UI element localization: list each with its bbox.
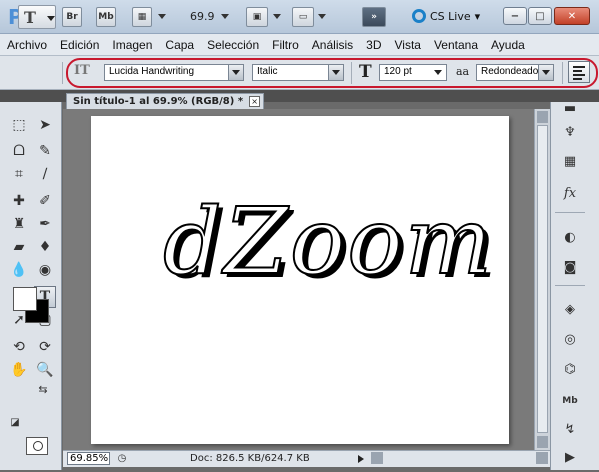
foreground-color-swatch[interactable] [13,287,37,311]
scroll-left-arrow[interactable] [371,452,383,464]
scroll-thumb[interactable] [537,125,548,433]
menu-3d[interactable]: 3D [359,38,387,52]
swap-colors-icon[interactable]: ⇆ [36,382,50,396]
document-tab[interactable]: Sin título-1 al 69.9% (RGB/8) * × [66,93,265,109]
masks-panel-icon[interactable]: ◙ [559,256,581,278]
close-tab-button[interactable]: × [249,96,261,107]
minimize-button[interactable]: − [503,7,527,25]
marquee-tool-icon[interactable]: ⬚ [8,114,30,136]
scroll-down-arrow[interactable] [537,436,548,448]
eraser-tool-icon[interactable]: ▰ [8,236,30,258]
zoom-level[interactable]: 69.9 [190,10,215,23]
lasso-tool-icon[interactable]: ᗝ [8,140,30,162]
menu-filtro[interactable]: Filtro [265,38,305,52]
vertical-scrollbar[interactable] [534,109,550,450]
paint-bucket-icon[interactable]: ♦ [34,236,56,258]
divider [555,212,585,213]
menu-capa[interactable]: Capa [158,38,200,52]
blur-tool-icon[interactable]: 💧 [8,259,30,281]
annotation-highlight [66,58,598,88]
menu-archivo[interactable]: Archivo [0,38,53,52]
menu-seleccion[interactable]: Selección [200,38,265,52]
chevron-down-icon[interactable] [158,14,166,19]
3d-orbit-icon[interactable]: ⟳ [34,336,56,358]
chevron-down-icon[interactable] [318,14,326,19]
film-icon: ▦ [137,12,147,22]
type-tool-icon: T [24,8,36,27]
menu-ventana[interactable]: Ventana [427,38,484,52]
zoom-tool-icon[interactable]: 🔍 [34,359,56,381]
dock-grip-icon[interactable]: ▬ [559,101,581,116]
healing-brush-icon[interactable]: ✚ [8,190,30,212]
history-brush-icon[interactable]: ✒ [34,213,56,235]
history-panel-icon[interactable]: ↯ [559,418,581,440]
cs-live-label: CS Live [430,9,471,23]
chevron-down-icon[interactable] [221,14,229,19]
share-icon[interactable]: ◷ [115,451,129,465]
application-bar: Ps Br Mb ▦ 69.9 ▣ ▭ » CS Live ▾ − □ ✕ [0,0,599,34]
double-chevron-icon: » [371,12,377,22]
extras-menu-button[interactable]: ▦ [132,7,152,27]
chevron-down-icon[interactable] [273,14,281,19]
clone-stamp-icon[interactable]: ♜ [8,213,30,235]
menu-ayuda[interactable]: Ayuda [484,38,531,52]
scroll-right-arrow[interactable] [536,452,548,464]
move-tool-icon[interactable]: ➤ [34,114,56,136]
sponge-tool-icon[interactable]: ◉ [34,259,56,281]
bridge-button[interactable]: Br [62,7,82,27]
screen-icon: ▭ [298,12,308,22]
menu-edicion[interactable]: Edición [53,38,105,52]
fx-styles-panel-icon[interactable]: fx [559,182,581,204]
document-info: Doc: 826.5 KB/624.7 KB [190,453,310,464]
workspace-expand-button[interactable]: » [362,7,386,27]
eyedropper-tool-icon[interactable]: ∕ [34,163,56,185]
cs-live-icon [412,9,426,23]
actions-panel-icon[interactable]: ▶ [559,446,581,468]
close-button[interactable]: ✕ [554,7,590,25]
canvas-text-layer[interactable]: dZoom [162,187,494,296]
mini-bridge-panel-icon[interactable]: ♆ [559,121,581,143]
channels-panel-icon[interactable]: ◎ [559,328,581,350]
tool-preset-picker[interactable]: T [18,5,56,29]
tools-panel-header[interactable] [0,90,62,102]
crop-tool-icon[interactable]: ⌗ [8,163,30,185]
scroll-up-arrow[interactable] [537,111,548,123]
chevron-down-icon [47,16,55,21]
default-colors-icon[interactable]: ◪ [8,415,22,429]
layers-panel-icon[interactable]: ◈ [559,298,581,320]
brush-tool-icon[interactable]: ✐ [34,190,56,212]
3d-rotate-icon[interactable]: ⟲ [8,336,30,358]
chevron-down-icon: ▾ [474,9,481,23]
divider [62,62,63,84]
quick-mask-button[interactable] [26,437,48,455]
menu-vista[interactable]: Vista [388,38,427,52]
status-zoom-field[interactable]: 69.85% [67,452,110,465]
hand-tool-icon[interactable]: ✋ [8,359,30,381]
swatches-panel-icon[interactable]: ▦ [559,150,581,172]
cs-live-menu[interactable]: CS Live ▾ [412,9,480,23]
divider [555,285,585,286]
menu-imagen[interactable]: Imagen [105,38,158,52]
status-menu-arrow[interactable] [358,455,364,463]
paths-panel-icon[interactable]: ⌬ [559,358,581,380]
menu-bar: Archivo Edición Imagen Capa Selección Fi… [0,34,599,56]
menu-analisis[interactable]: Análisis [305,38,359,52]
maximize-button[interactable]: □ [528,7,552,25]
mini-bridge-button[interactable]: Mb [96,7,116,27]
arrange-documents-button[interactable]: ▣ [246,7,268,27]
screen-mode-button[interactable]: ▭ [292,7,314,27]
quick-selection-tool-icon[interactable]: ✎ [34,140,56,162]
document-tab-title: Sin título-1 al 69.9% (RGB/8) * [73,96,244,107]
layout-icon: ▣ [252,12,262,22]
mb-panel-icon[interactable]: Mb [559,390,581,412]
adjustments-panel-icon[interactable]: ◐ [559,226,581,248]
